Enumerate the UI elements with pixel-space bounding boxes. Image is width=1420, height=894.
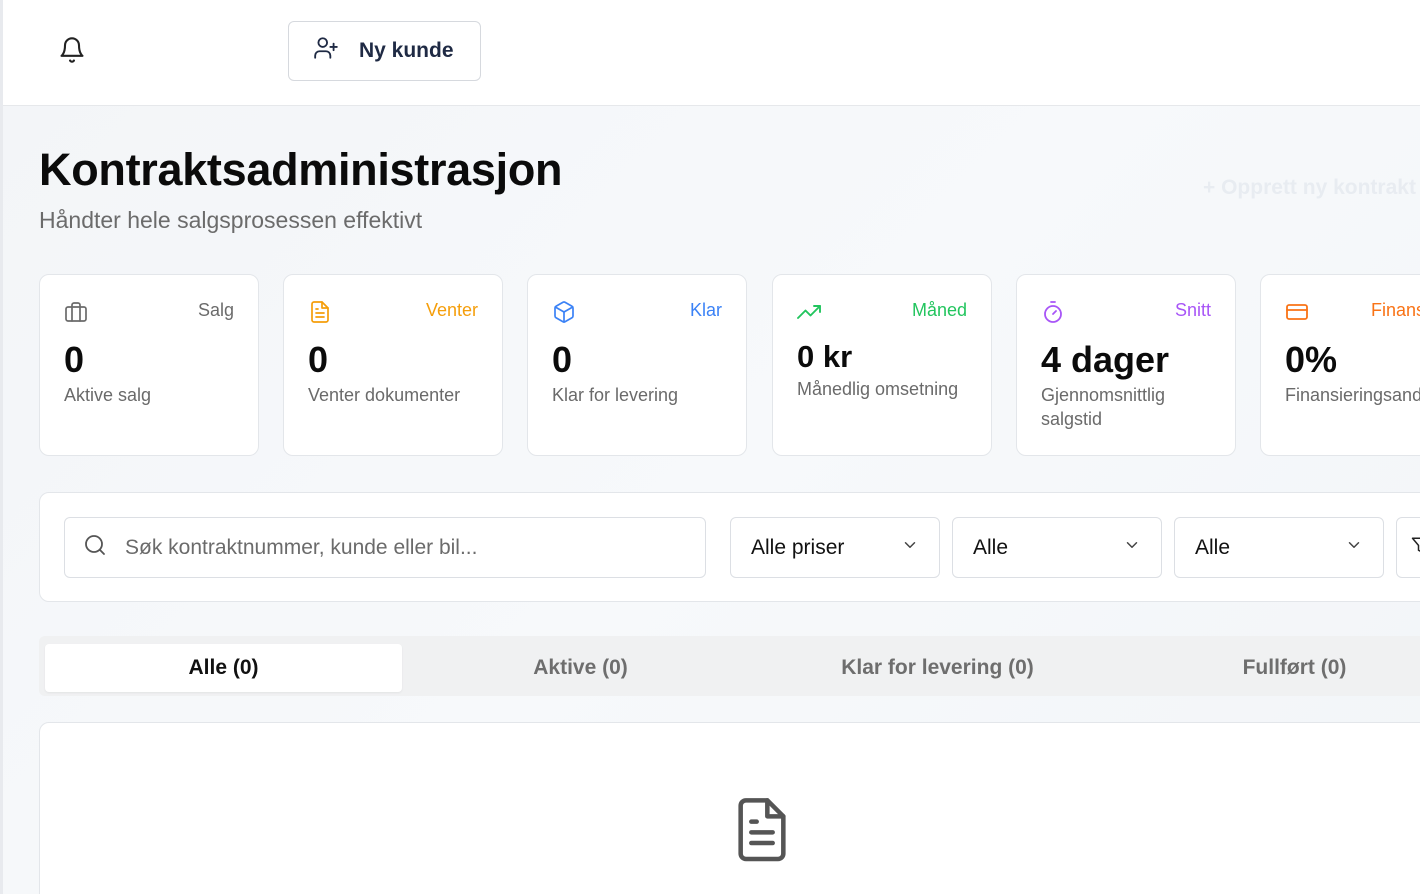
chevron-down-icon (901, 536, 919, 560)
filter-icon (1411, 536, 1420, 560)
search-placeholder: Søk kontraktnummer, kunde eller bil... (125, 535, 478, 559)
user-plus-icon (313, 35, 339, 67)
filter-select-2-value: Alle (973, 535, 1009, 559)
stat-label: Venter dokumenter (308, 385, 461, 405)
price-select-value: Alle priser (751, 535, 845, 559)
app: Ny kunde Kontraktsadministrasjon Håndter… (0, 0, 1420, 894)
stat-label: Gjennomsnittlig salgstid (1041, 385, 1166, 429)
package-icon (552, 300, 576, 324)
create-contract-button[interactable]: + Opprett ny kontrakt (1203, 176, 1416, 200)
filter-select-3-value: Alle (1195, 535, 1231, 559)
stat-label: Månedlig omsetning (797, 379, 959, 399)
stat-tag: Venter (425, 300, 478, 320)
stat-card-financing: Finans 0% Finansieringsandel (1260, 274, 1420, 456)
filter-select-3[interactable]: Alle (1174, 517, 1384, 578)
tab-completed[interactable]: Fullført (0) (1116, 644, 1420, 692)
stat-card-active-sales: Salg 0 Aktive salg (39, 274, 259, 456)
chevron-down-icon (1345, 536, 1363, 560)
chevron-down-icon (1123, 536, 1141, 560)
search-input[interactable]: Søk kontraktnummer, kunde eller bil... (64, 517, 706, 578)
trending-up-icon (797, 300, 821, 324)
new-customer-label: Ny kunde (359, 39, 454, 62)
stat-value: 4 dager (1041, 339, 1170, 380)
stat-card-monthly-revenue: Måned 0 kr Månedlig omsetning (772, 274, 992, 456)
page-subtitle: Håndter hele salgsprosessen effektivt (39, 207, 423, 233)
credit-card-icon (1285, 300, 1309, 324)
stat-tag: Salg (197, 300, 234, 320)
stat-value: 0 kr (797, 339, 853, 374)
stat-tag: Måned (911, 300, 967, 320)
stat-tag: Klar (689, 300, 722, 320)
filter-button[interactable] (1396, 517, 1420, 578)
stat-label: Finansieringsandel (1285, 385, 1420, 405)
contracts-list (39, 722, 1420, 894)
price-select[interactable]: Alle priser (730, 517, 940, 578)
stat-value: 0 (64, 339, 85, 380)
stat-label: Aktive salg (64, 385, 152, 405)
search-icon (83, 533, 107, 563)
stat-label: Klar for levering (552, 385, 679, 405)
file-text-icon (308, 300, 332, 324)
tab-ready-delivery[interactable]: Klar for levering (0) (759, 644, 1116, 692)
main-content: Kontraktsadministrasjon Håndter hele sal… (3, 106, 1420, 894)
top-bar: Ny kunde (3, 0, 1420, 106)
stat-card-ready-delivery: Klar 0 Klar for levering (527, 274, 747, 456)
tabs: Alle (0) Aktive (0) Klar for levering (0… (39, 636, 1420, 696)
stat-value: 0% (1285, 339, 1338, 380)
stat-tag: Snitt (1174, 300, 1211, 320)
tab-all[interactable]: Alle (0) (45, 644, 402, 692)
stat-card-waiting-docs: Venter 0 Venter dokumenter (283, 274, 503, 456)
file-text-icon (730, 795, 794, 867)
filter-select-2[interactable]: Alle (952, 517, 1162, 578)
stat-value: 0 (308, 339, 329, 380)
stat-card-avg-sales-time: Snitt 4 dager Gjennomsnittlig salgstid (1016, 274, 1236, 456)
stat-value: 0 (552, 339, 573, 380)
new-customer-button[interactable]: Ny kunde (288, 21, 481, 81)
timer-icon (1041, 300, 1065, 324)
filter-panel: Søk kontraktnummer, kunde eller bil... A… (39, 492, 1420, 602)
page-title: Kontraktsadministrasjon (39, 144, 563, 195)
tab-active[interactable]: Aktive (0) (402, 644, 759, 692)
stat-tag: Finans (1371, 300, 1420, 320)
briefcase-icon (64, 300, 88, 324)
bell-icon[interactable] (58, 36, 86, 64)
